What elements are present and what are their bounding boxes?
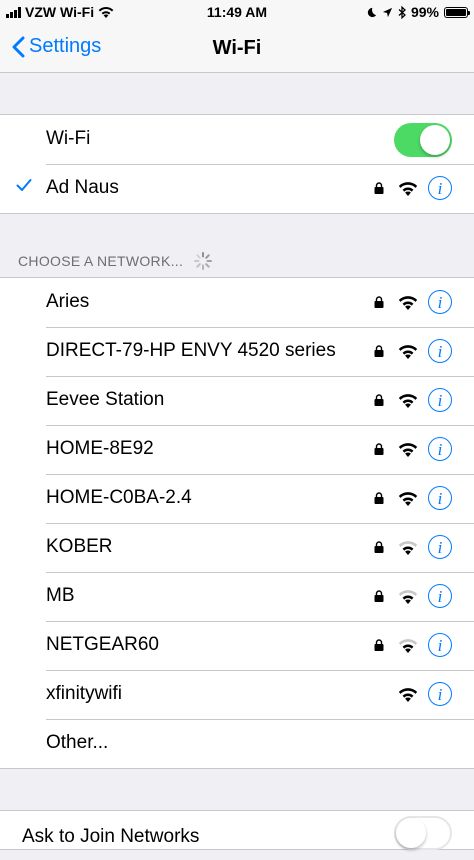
wifi-signal-icon [388, 344, 428, 359]
lock-icon [370, 541, 388, 553]
network-name: xfinitywifi [46, 683, 123, 704]
wifi-toggle-label: Wi-Fi [46, 128, 91, 149]
do-not-disturb-icon [367, 7, 377, 17]
page-title: Wi-Fi [212, 37, 262, 59]
lock-icon [370, 296, 388, 308]
network-row[interactable]: MB i [0, 572, 474, 621]
other-network-label: Other... [46, 732, 109, 753]
lock-icon [370, 345, 388, 357]
info-button[interactable]: i [428, 437, 452, 461]
network-name: Eevee Station [46, 389, 165, 410]
info-button[interactable]: i [428, 290, 452, 314]
connected-network-row[interactable]: Ad Naus i [0, 164, 474, 213]
network-row[interactable]: HOME-8E92 i [0, 425, 474, 474]
wifi-signal-icon [388, 540, 428, 555]
wifi-signal-icon [388, 638, 428, 653]
network-name: NETGEAR60 [46, 634, 159, 655]
loading-spinner-icon [194, 252, 213, 270]
location-icon [382, 7, 393, 17]
wifi-signal-icon [388, 393, 428, 408]
network-row[interactable]: NETGEAR60 i [0, 621, 474, 670]
lock-icon [370, 492, 388, 504]
wifi-signal-icon [388, 442, 428, 457]
wifi-signal-icon [388, 295, 428, 310]
section-header-label: CHOOSE A NETWORK... [18, 253, 184, 269]
info-button[interactable]: i [428, 388, 452, 412]
info-button[interactable]: i [428, 176, 452, 200]
other-network-row[interactable]: Other... [0, 719, 474, 768]
network-row[interactable]: HOME-C0BA-2.4 i [0, 474, 474, 523]
network-name: Aries [46, 291, 90, 312]
lock-icon [370, 182, 388, 194]
status-right: 99% [366, 4, 470, 20]
wifi-toggle-switch[interactable] [394, 123, 452, 157]
network-row[interactable]: xfinitywifi i [0, 670, 474, 719]
network-row[interactable]: Eevee Station i [0, 376, 474, 425]
wifi-signal-icon [388, 181, 428, 196]
network-name: HOME-C0BA-2.4 [46, 487, 192, 508]
battery-percent: 99% [410, 4, 439, 20]
ask-to-join-label: Ask to Join Networks [22, 826, 200, 847]
network-row[interactable]: Aries i [0, 278, 474, 327]
network-row[interactable]: DIRECT-79-HP ENVY 4520 series i [0, 327, 474, 376]
network-row[interactable]: KOBER i [0, 523, 474, 572]
navigation-bar: Settings Wi-Fi [0, 24, 474, 73]
info-button[interactable]: i [428, 584, 452, 608]
battery-icon [444, 6, 470, 18]
network-name: HOME-8E92 [46, 438, 154, 459]
network-name: MB [46, 585, 75, 606]
lock-icon [370, 394, 388, 406]
network-list: Aries i DIRECT-79-HP ENVY 4520 series i Eeve… [0, 277, 474, 769]
connected-network-name: Ad Naus [46, 177, 119, 198]
checkmark-icon [16, 179, 32, 191]
info-button[interactable]: i [428, 535, 452, 559]
info-button[interactable]: i [428, 633, 452, 657]
wifi-signal-icon [388, 589, 428, 604]
info-button[interactable]: i [428, 682, 452, 706]
info-button[interactable]: i [428, 486, 452, 510]
ask-to-join-group: Ask to Join Networks [0, 810, 474, 850]
lock-icon [370, 590, 388, 602]
section-header: CHOOSE A NETWORK... [18, 251, 213, 271]
network-name: DIRECT-79-HP ENVY 4520 series [46, 340, 336, 361]
status-bar: VZW Wi-Fi 11:49 AM 99% [0, 0, 474, 24]
wifi-signal-icon [388, 687, 428, 702]
lock-icon [370, 639, 388, 651]
bluetooth-icon [398, 5, 406, 19]
network-name: KOBER [46, 536, 113, 557]
lock-icon [370, 443, 388, 455]
info-button[interactable]: i [428, 339, 452, 363]
ask-to-join-row: Ask to Join Networks [0, 811, 474, 860]
wifi-signal-icon [388, 491, 428, 506]
wifi-toggle-row: Wi-Fi [0, 115, 474, 164]
wifi-group: Wi-Fi Ad Naus i [0, 114, 474, 214]
ask-to-join-toggle[interactable] [394, 816, 452, 850]
